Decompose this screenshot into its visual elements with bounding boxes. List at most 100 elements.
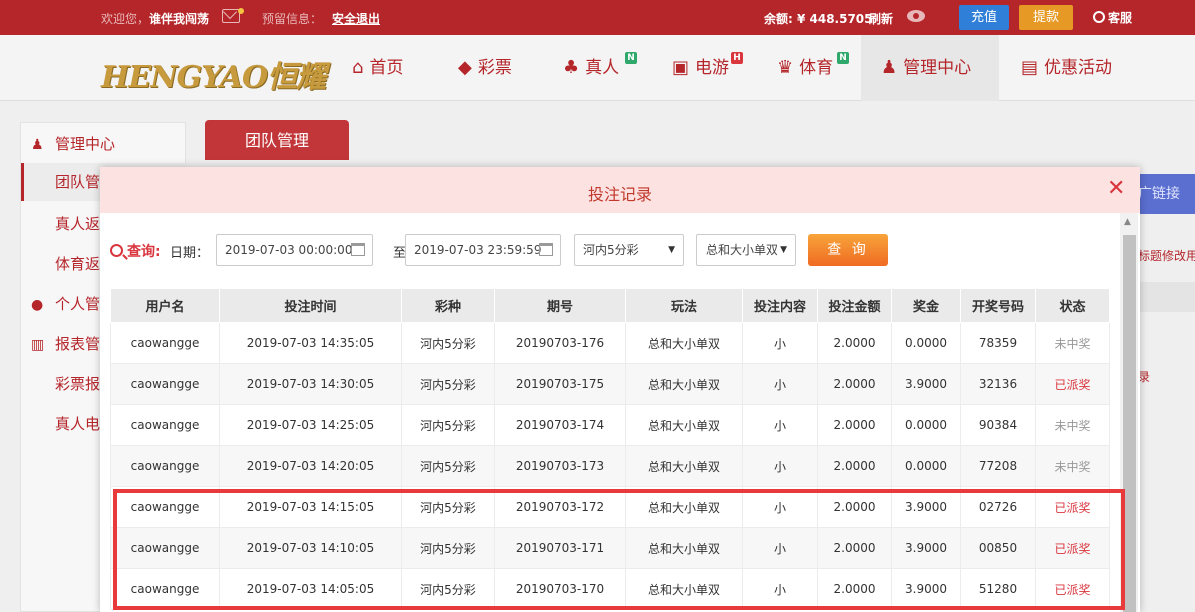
sidebar-head-management[interactable]: ♟ 管理中心 [21, 133, 187, 154]
table-cell: 河内5分彩 [401, 568, 495, 610]
column-header: 投注时间 [219, 288, 402, 323]
table-cell: 河内5分彩 [401, 363, 495, 405]
column-header: 玩法 [625, 288, 743, 323]
table-cell: 3.9000 [891, 486, 961, 528]
column-header: 开奖号码 [960, 288, 1036, 323]
nav-item-lottery[interactable]: ◆ 彩票 [458, 35, 512, 101]
table-cell: 小 [742, 404, 818, 446]
table-cell: 3.9000 [891, 568, 961, 610]
table-cell: 小 [742, 363, 818, 405]
table-cell: 2019-07-03 14:35:05 [219, 322, 402, 364]
end-date-input[interactable]: 2019-07-03 23:59:59 [405, 234, 561, 266]
table-row: caowangge 2019-07-03 14:10:05 河内5分彩 2019070… [110, 527, 1110, 569]
table-cell: 2019-07-03 14:10:05 [219, 527, 402, 569]
table-cell: 2.0000 [817, 486, 892, 528]
scroll-up-arrow-icon[interactable]: ▲ [1124, 217, 1131, 227]
status-cell: 未中奖 [1035, 445, 1110, 487]
table-cell: 32136 [960, 363, 1036, 405]
table-cell: 总和大小单双 [625, 363, 743, 405]
vertical-scrollbar[interactable]: ▲ [1120, 213, 1138, 612]
close-icon[interactable]: ✕ [1107, 178, 1125, 200]
table-cell: caowangge [110, 363, 220, 405]
play-type-select[interactable]: 总和大小单双 ▼ [696, 234, 796, 266]
nav-item-sports[interactable]: ♛ 体育 [777, 35, 833, 101]
table-cell: 总和大小单双 [625, 486, 743, 528]
table-cell: 2019-07-03 14:20:05 [219, 445, 402, 487]
logo[interactable]: HENGYAO恒耀 [101, 52, 326, 96]
table-cell: 77208 [960, 445, 1036, 487]
nav-item-slots[interactable]: ▣ 电游 [672, 35, 729, 101]
balance-text: 余额: ¥ 448.5705 [764, 12, 873, 26]
column-header: 投注内容 [742, 288, 818, 323]
eye-icon[interactable] [907, 10, 925, 22]
headset-icon [1093, 11, 1105, 23]
table-cell: 51280 [960, 568, 1036, 610]
table-cell: caowangge [110, 486, 220, 528]
customer-service-link[interactable]: 客服 [1093, 9, 1132, 26]
table-cell: 3.9000 [891, 527, 961, 569]
table-row: caowangge 2019-07-03 14:05:05 河内5分彩 2019070… [110, 568, 1110, 610]
table-cell: 总和大小单双 [625, 527, 743, 569]
table-cell: 0.0000 [891, 404, 961, 446]
table-row: caowangge 2019-07-03 14:25:05 河内5分彩 2019070… [110, 404, 1110, 446]
table-cell: 2019-07-03 14:25:05 [219, 404, 402, 446]
withdraw-button[interactable]: 提款 [1019, 5, 1073, 30]
nav-item-promotions[interactable]: ▤ 优惠活动 [1021, 35, 1112, 101]
table-cell: 小 [742, 322, 818, 364]
users-icon: ♟ [31, 137, 44, 153]
welcome-text: 欢迎您，谁伴我闯荡 [101, 12, 210, 26]
user-icon: ● [31, 297, 44, 313]
nav-item-live[interactable]: ♣ 真人 [563, 35, 619, 101]
nav-item-home[interactable]: ⌂ 首页 [352, 35, 403, 101]
tab-team-management[interactable]: 团队管理 [205, 120, 349, 160]
refresh-link[interactable]: 刷新 [869, 10, 893, 27]
table-cell: 河内5分彩 [401, 486, 495, 528]
trophy-icon: ♛ [777, 57, 794, 78]
start-date-input[interactable]: 2019-07-03 00:00:00 [216, 234, 373, 266]
status-cell: 已派奖 [1035, 486, 1110, 528]
query-button[interactable]: 查 询 [808, 234, 888, 266]
status-cell: 已派奖 [1035, 363, 1110, 405]
scrollbar-thumb[interactable] [1123, 235, 1136, 612]
table-cell: 20190703-171 [494, 527, 626, 569]
calendar-icon[interactable] [539, 243, 553, 256]
table-cell: 2.0000 [817, 445, 892, 487]
table-cell: 总和大小单双 [625, 568, 743, 610]
new-badge: N [625, 52, 637, 64]
new-badge: N [837, 52, 849, 64]
table-cell: 2.0000 [817, 363, 892, 405]
column-header: 用户名 [110, 288, 220, 323]
calendar-icon[interactable] [351, 243, 365, 256]
column-header: 期号 [494, 288, 626, 323]
reserved-info-label: 预留信息： [262, 12, 323, 26]
table-cell: 20190703-176 [494, 322, 626, 364]
nav-item-management[interactable]: ♟ 管理中心 [861, 35, 999, 101]
table-cell: 3.9000 [891, 363, 961, 405]
chevron-down-icon: ▼ [668, 245, 675, 255]
column-header: 彩种 [401, 288, 495, 323]
table-cell: 02726 [960, 486, 1036, 528]
table-row: caowangge 2019-07-03 14:30:05 河内5分彩 2019070… [110, 363, 1110, 405]
table-cell: 00850 [960, 527, 1036, 569]
table-cell: 河内5分彩 [401, 445, 495, 487]
mail-unread-dot [238, 8, 244, 14]
query-bar: 查询: 日期： 2019-07-03 00:00:00 至 2019-07-03… [110, 234, 1110, 266]
table-cell: caowangge [110, 527, 220, 569]
main-nav: HENGYAO恒耀 ⌂ 首页 ◆ 彩票 ♣ 真人 N ▣ 电游 H ♛ 体育 N ♟ 管理中… [0, 35, 1195, 101]
table-cell: 90384 [960, 404, 1036, 446]
table-cell: 2019-07-03 14:30:05 [219, 363, 402, 405]
lottery-type-select[interactable]: 河内5分彩 ▼ [574, 234, 684, 266]
bet-records-table: 用户名 投注时间 彩种 期号 玩法 投注内容 投注金额 奖金 开奖号码 状态 c… [110, 288, 1110, 610]
logout-link[interactable]: 安全退出 [332, 10, 380, 27]
status-cell: 未中奖 [1035, 322, 1110, 364]
table-cell: 0.0000 [891, 445, 961, 487]
users-icon: ♟ [881, 57, 898, 78]
table-cell: 2.0000 [817, 568, 892, 610]
recharge-button[interactable]: 充值 [959, 5, 1009, 30]
table-cell: 78359 [960, 322, 1036, 364]
username: 谁伴我闯荡 [149, 12, 210, 26]
status-cell: 已派奖 [1035, 568, 1110, 610]
column-header: 奖金 [891, 288, 961, 323]
top-bar: 欢迎您，谁伴我闯荡 预留信息： 安全退出 余额: ¥ 448.5705 刷新 充… [0, 0, 1195, 35]
table-header-row: 用户名 投注时间 彩种 期号 玩法 投注内容 投注金额 奖金 开奖号码 状态 [110, 288, 1110, 323]
